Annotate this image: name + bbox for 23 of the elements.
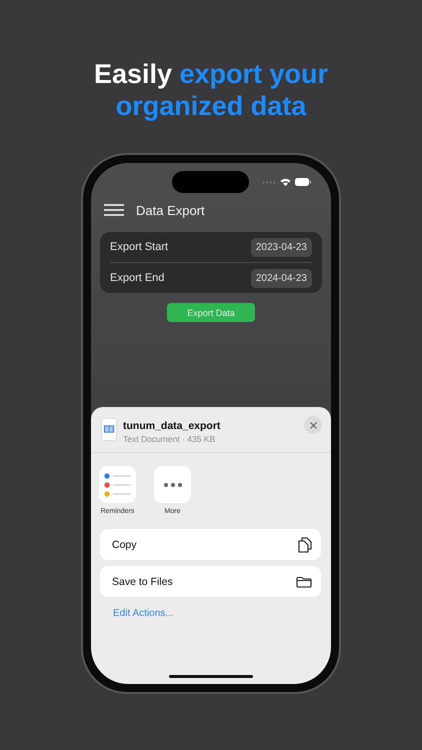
file-info: Text Document · 435 KB: [123, 434, 216, 444]
folder-icon: [296, 576, 312, 588]
date-picker[interactable]: 2024-04-23: [250, 268, 312, 288]
action-row[interactable]: Copy: [100, 529, 321, 560]
app-icon-button[interactable]: [154, 466, 191, 503]
headline: Easily export your organized data: [92, 58, 330, 122]
battery-icon: [295, 178, 311, 186]
close-button[interactable]: [304, 416, 322, 434]
action-row[interactable]: Save to Files: [100, 566, 321, 597]
wifi-icon: [280, 178, 291, 186]
date-picker[interactable]: 2023-04-23: [250, 238, 312, 256]
document-icon: [101, 418, 117, 441]
close-icon: [310, 422, 316, 428]
menu-icon[interactable]: [104, 204, 124, 216]
screen-title: Data Export: [136, 202, 205, 218]
signal-icon: [262, 180, 276, 184]
file-name: tunum_data_export: [123, 420, 222, 432]
list-icon: [104, 472, 132, 498]
field-label: Export End: [110, 272, 164, 284]
copy-icon: [298, 536, 312, 552]
more-icon: [164, 482, 182, 486]
app-icon-button[interactable]: [99, 466, 136, 503]
field-label: Export Start: [110, 241, 168, 253]
